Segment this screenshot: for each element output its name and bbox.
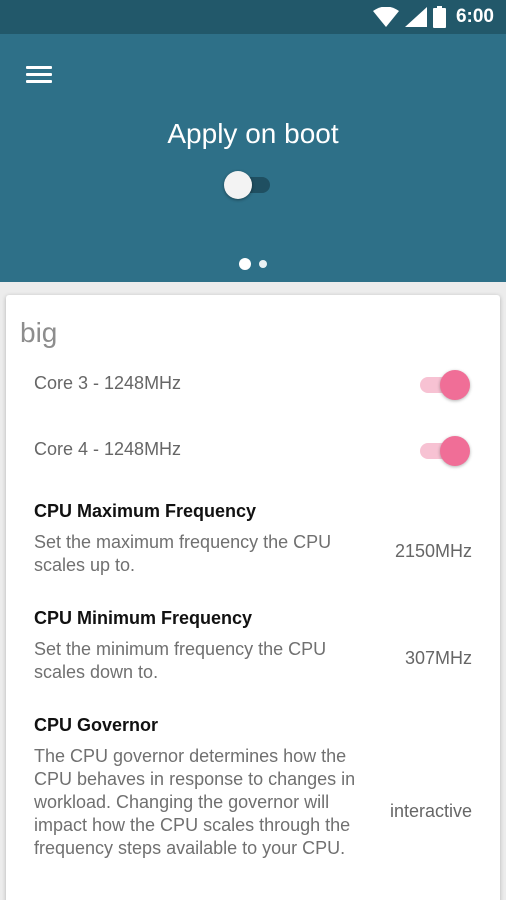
wifi-icon <box>372 7 399 27</box>
cpu-min-frequency-value: 307MHz <box>404 648 472 668</box>
switch-thumb <box>440 370 470 400</box>
core-3-switch[interactable] <box>420 368 470 400</box>
cpu-max-frequency-description: Set the maximum frequency the CPU scales… <box>34 532 332 575</box>
page-dot-active[interactable] <box>239 258 251 270</box>
core-4-label: Core 4 - 1248MHz <box>34 439 182 459</box>
cpu-max-frequency-pref[interactable]: CPU Maximum Frequency Set the maximum fr… <box>6 501 500 583</box>
cpu-min-frequency-description: Set the minimum frequency the CPU scales… <box>34 639 327 682</box>
core-3-label: Core 3 - 1248MHz <box>34 373 182 393</box>
battery-icon <box>432 6 446 28</box>
cpu-min-frequency-pref[interactable]: CPU Minimum Frequency Set the minimum fr… <box>6 608 500 690</box>
section-title: big <box>20 317 58 348</box>
cpu-governor-title: CPU Governor <box>34 715 159 735</box>
page-title: Apply on boot <box>167 118 339 149</box>
cpu-max-frequency-title: CPU Maximum Frequency <box>34 501 257 521</box>
status-icons: 6:00 <box>372 0 494 34</box>
header: Apply on boot <box>0 34 506 282</box>
cpu-governor-description: The CPU governor determines how the CPU … <box>34 746 356 858</box>
core-4-row[interactable]: Core 4 - 1248MHz <box>6 425 500 475</box>
switch-thumb <box>224 171 252 199</box>
cpu-min-frequency-title: CPU Minimum Frequency <box>34 608 253 628</box>
switch-thumb <box>440 436 470 466</box>
cpu-max-frequency-value: 2150MHz <box>394 541 472 561</box>
signal-icon <box>404 7 427 27</box>
core-4-switch[interactable] <box>420 434 470 466</box>
cpu-governor-value: interactive <box>389 801 472 821</box>
page-dot-inactive[interactable] <box>259 260 267 268</box>
big-cluster-card: big Core 3 - 1248MHz Core 4 - 1248MHz CP… <box>6 295 500 900</box>
apply-on-boot-switch[interactable] <box>224 170 272 200</box>
page-indicator <box>0 258 506 270</box>
status-time: 6:00 <box>455 6 494 27</box>
cpu-governor-pref[interactable]: CPU Governor The CPU governor determines… <box>6 715 500 885</box>
core-3-row[interactable]: Core 3 - 1248MHz <box>6 359 500 409</box>
status-bar: 6:00 <box>0 0 506 34</box>
hamburger-menu-icon[interactable] <box>24 63 54 87</box>
